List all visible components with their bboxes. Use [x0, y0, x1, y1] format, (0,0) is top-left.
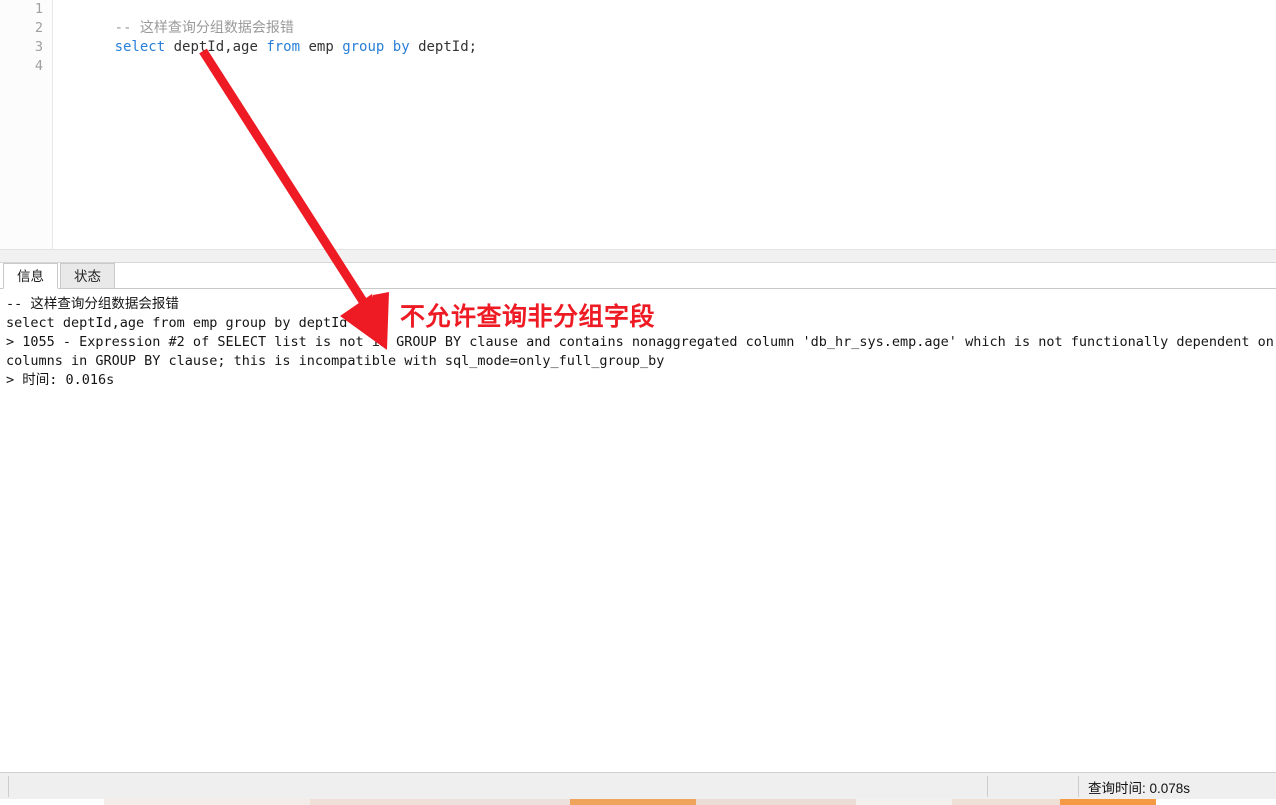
- annotation-label: 不允许查询非分组字段: [400, 303, 656, 331]
- tab-message[interactable]: 信息: [3, 263, 58, 289]
- bottom-strip-segment: [310, 799, 440, 805]
- sql-code-area[interactable]: -- 这样查询分组数据会报错 select deptId,age from em…: [53, 0, 1276, 249]
- line-number: 4: [34, 58, 43, 74]
- sql-columns: deptId,age: [165, 39, 267, 55]
- status-divider-left: [8, 776, 9, 797]
- status-divider-middle: [987, 776, 988, 797]
- sql-keyword-select: select: [114, 39, 166, 55]
- sql-keyword-by: by: [392, 39, 410, 55]
- line-number: 3: [34, 39, 43, 55]
- bottom-strip-segment: [952, 799, 1060, 805]
- bottom-strip-segment: [570, 799, 696, 805]
- editor-line-number-gutter: 1 2 3 4: [0, 0, 53, 249]
- bottom-strip-segment: [856, 799, 952, 805]
- result-message-pane[interactable]: -- 这样查询分组数据会报错 select deptId,age from em…: [0, 289, 1276, 771]
- bottom-strip-segment: [0, 799, 104, 805]
- status-divider-right: [1078, 776, 1079, 797]
- sql-space: [384, 39, 392, 55]
- bottom-strip-segment: [1156, 799, 1276, 805]
- status-bar: 查询时间: 0.078s: [0, 772, 1276, 799]
- sql-table-name: emp: [300, 39, 343, 55]
- bottom-strip-segment: [440, 799, 570, 805]
- bottom-strip-segment: [696, 799, 856, 805]
- desktop-bottom-strip: [0, 799, 1276, 805]
- status-query-time: 查询时间: 0.078s: [1088, 781, 1191, 796]
- result-tab-bar: 信息 状态: [0, 263, 1276, 289]
- message-line-elapsed-time: > 时间: 0.016s: [6, 372, 115, 388]
- tab-status[interactable]: 状态: [60, 263, 115, 289]
- sql-comment-token: -- 这样查询分组数据会报错: [114, 20, 294, 36]
- sql-editor-pane[interactable]: 1 2 3 4 -- 这样查询分组数据会报错 select deptId,age…: [0, 0, 1276, 249]
- bottom-strip-segment: [1060, 799, 1156, 805]
- bottom-strip-segment: [104, 799, 310, 805]
- sql-keyword-from: from: [266, 39, 301, 55]
- panel-splitter[interactable]: [0, 249, 1276, 263]
- line-number: 1: [34, 1, 43, 17]
- code-line-1: -- 这样查询分组数据会报错: [64, 0, 1276, 36]
- sql-keyword-group: group: [342, 39, 385, 55]
- line-number: 2: [34, 20, 43, 36]
- sql-groupby-column: deptId;: [409, 39, 478, 55]
- message-line-error: > 1055 - Expression #2 of SELECT list is…: [6, 334, 1274, 369]
